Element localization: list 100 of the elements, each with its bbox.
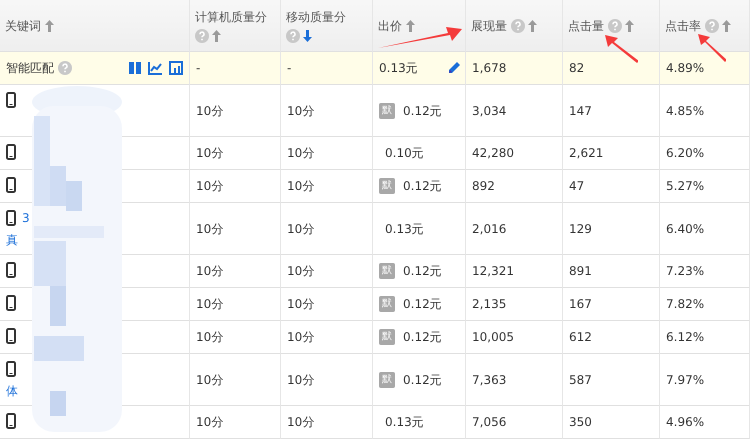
column-title: 出价 bbox=[378, 18, 402, 34]
column-header[interactable]: 关键词 bbox=[0, 0, 190, 52]
bid-text: 0.10元 bbox=[385, 145, 424, 161]
help-icon[interactable] bbox=[58, 61, 72, 75]
bid-text: 0.13元 bbox=[379, 60, 418, 76]
metric-text: 47 bbox=[569, 178, 584, 194]
score-text: 10分 bbox=[287, 263, 314, 279]
bid-text: 0.12元 bbox=[403, 102, 442, 118]
score-text: - bbox=[287, 60, 292, 76]
score-text: 10分 bbox=[196, 329, 224, 345]
metric-text: 2,016 bbox=[472, 220, 506, 236]
metric-text: 6.20% bbox=[666, 145, 704, 161]
report-icon[interactable] bbox=[169, 61, 183, 75]
metric-text: 12,321 bbox=[472, 263, 514, 279]
phone-icon bbox=[6, 210, 16, 226]
score-text: 10分 bbox=[287, 102, 314, 118]
help-icon[interactable] bbox=[195, 28, 209, 42]
score-text: 10分 bbox=[196, 414, 224, 430]
keyword-link[interactable]: 真 bbox=[6, 232, 30, 248]
sort-up-icon[interactable] bbox=[528, 20, 537, 32]
metric-text: 167 bbox=[569, 296, 592, 312]
column-header[interactable]: 计算机质量分 bbox=[190, 0, 281, 52]
metric-text: 5.27% bbox=[666, 178, 704, 194]
bid-text: 0.12元 bbox=[403, 263, 442, 279]
column-title: 关键词 bbox=[5, 18, 41, 34]
column-header[interactable]: 点击率 bbox=[660, 0, 750, 52]
default-bid-badge: 默 bbox=[379, 372, 395, 388]
score-text: 10分 bbox=[287, 145, 314, 161]
bid-text: 0.13元 bbox=[385, 414, 424, 430]
phone-icon bbox=[6, 413, 16, 429]
column-header[interactable]: 点击量 bbox=[563, 0, 660, 52]
metric-text: 7.82% bbox=[666, 296, 704, 312]
metric-text: 892 bbox=[472, 178, 495, 194]
column-title: 计算机质量分 bbox=[195, 8, 267, 24]
pause-icon[interactable] bbox=[128, 61, 142, 75]
sort-up-icon[interactable] bbox=[212, 30, 221, 42]
sort-up-icon[interactable] bbox=[45, 20, 54, 32]
metric-text: 612 bbox=[569, 329, 592, 345]
score-text: 10分 bbox=[287, 372, 314, 388]
column-title: 移动质量分 bbox=[286, 8, 346, 24]
score-text: 10分 bbox=[196, 102, 224, 118]
phone-icon bbox=[6, 295, 16, 311]
score-text: 10分 bbox=[196, 263, 224, 279]
keyword-link[interactable]: 体 bbox=[6, 383, 18, 399]
keyword-link[interactable]: 3 bbox=[22, 210, 30, 226]
line-chart-icon[interactable] bbox=[148, 61, 163, 75]
bid-text: 0.12元 bbox=[403, 178, 442, 194]
column-header[interactable]: 展现量 bbox=[466, 0, 563, 52]
phone-icon bbox=[6, 144, 16, 160]
bid-text: 0.12元 bbox=[403, 296, 442, 312]
metric-text: 10,005 bbox=[472, 329, 514, 345]
metric-text: 1,678 bbox=[472, 60, 506, 76]
default-bid-badge: 默 bbox=[379, 263, 395, 279]
score-text: 10分 bbox=[287, 329, 314, 345]
annotation-arrow bbox=[604, 34, 638, 64]
metric-text: 129 bbox=[569, 220, 592, 236]
bid-text: 0.13元 bbox=[385, 220, 424, 236]
score-text: 10分 bbox=[196, 178, 224, 194]
pencil-icon[interactable] bbox=[447, 61, 461, 75]
help-icon[interactable] bbox=[511, 18, 525, 32]
metric-text: 147 bbox=[569, 102, 592, 118]
column-title: 展现量 bbox=[471, 18, 507, 34]
metric-text: 7.23% bbox=[666, 263, 704, 279]
metric-text: 7,056 bbox=[472, 414, 506, 430]
sort-down-icon[interactable] bbox=[303, 30, 312, 42]
metric-text: 7,363 bbox=[472, 372, 506, 388]
column-header[interactable]: 移动质量分 bbox=[281, 0, 373, 52]
metric-text: 6.40% bbox=[666, 220, 704, 236]
help-icon[interactable] bbox=[608, 18, 622, 32]
metric-text: 6.12% bbox=[666, 329, 704, 345]
phone-icon bbox=[6, 262, 16, 278]
column-header[interactable]: 出价 bbox=[373, 0, 466, 52]
metric-text: 42,280 bbox=[472, 145, 514, 161]
metric-text: 4.96% bbox=[666, 414, 704, 430]
default-bid-badge: 默 bbox=[379, 296, 395, 312]
score-text: 10分 bbox=[196, 372, 224, 388]
metric-text: 350 bbox=[569, 414, 592, 430]
metric-text: 2,621 bbox=[569, 145, 604, 161]
score-text: 10分 bbox=[287, 220, 314, 236]
score-text: 10分 bbox=[196, 220, 224, 236]
help-icon[interactable] bbox=[705, 18, 719, 32]
column-title: 点击量 bbox=[568, 18, 604, 34]
sort-up-icon[interactable] bbox=[625, 20, 634, 32]
score-text: 10分 bbox=[287, 414, 314, 430]
default-bid-badge: 默 bbox=[379, 178, 395, 194]
phone-icon bbox=[6, 361, 16, 377]
annotation-arrow bbox=[697, 33, 726, 63]
score-text: 10分 bbox=[196, 145, 224, 161]
column-title: 点击率 bbox=[665, 18, 701, 34]
metric-text: 3,034 bbox=[472, 102, 506, 118]
smart-match-label: 智能匹配 bbox=[6, 60, 54, 76]
score-text: - bbox=[196, 60, 200, 76]
sort-up-icon[interactable] bbox=[406, 20, 415, 32]
sort-up-icon[interactable] bbox=[722, 20, 731, 32]
metric-text: 4.85% bbox=[666, 102, 704, 118]
score-text: 10分 bbox=[287, 178, 314, 194]
score-text: 10分 bbox=[287, 296, 314, 312]
phone-icon bbox=[6, 328, 16, 344]
bid-text: 0.12元 bbox=[403, 329, 442, 345]
phone-icon bbox=[6, 92, 16, 108]
